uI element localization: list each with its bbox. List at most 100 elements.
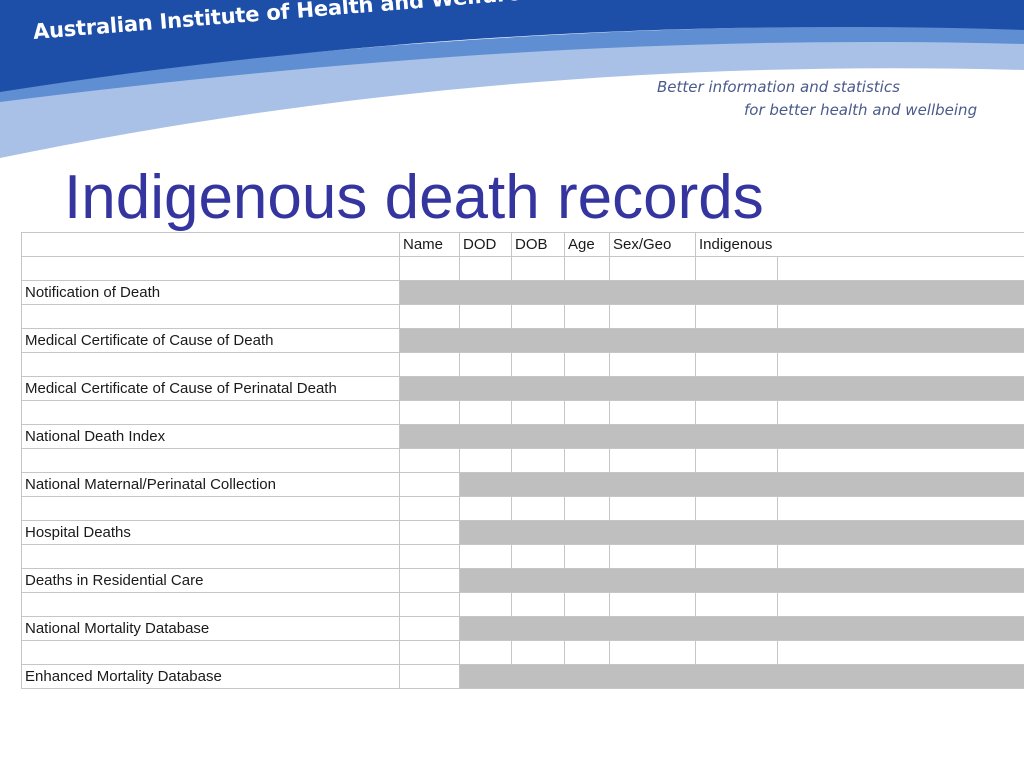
spacer-cell	[695, 544, 778, 569]
coverage-filled-cell	[399, 328, 460, 353]
spacer-cell	[777, 400, 1024, 425]
coverage-empty-cell	[399, 664, 460, 689]
spacer-cell	[399, 448, 460, 473]
spacer-cell	[564, 640, 610, 665]
coverage-filled-cell	[609, 328, 696, 353]
coverage-filled-cell	[609, 376, 696, 401]
spacer-cell	[609, 640, 696, 665]
spacer-cell	[777, 640, 1024, 665]
spacer-cell	[511, 304, 565, 329]
spacer-cell	[511, 352, 565, 377]
coverage-filled-cell	[695, 280, 778, 305]
coverage-filled-cell	[695, 568, 778, 593]
coverage-filled-cell	[399, 424, 460, 449]
tagline-line-2: for better health and wellbeing	[744, 101, 978, 119]
spacer-cell	[21, 544, 400, 569]
coverage-filled-cell	[695, 520, 778, 545]
coverage-filled-cell	[777, 472, 1024, 497]
spacer-cell	[609, 352, 696, 377]
column-header-age: Age	[564, 232, 610, 257]
coverage-filled-cell	[609, 616, 696, 641]
coverage-filled-cell	[777, 664, 1024, 689]
spacer-cell	[777, 256, 1024, 281]
spacer-cell	[459, 544, 512, 569]
coverage-filled-cell	[777, 328, 1024, 353]
record-name: National Maternal/Perinatal Collection	[21, 472, 400, 497]
coverage-filled-cell	[511, 280, 565, 305]
table-row: Medical Certificate of Cause of DeathReg…	[21, 328, 1024, 353]
record-name: National Death Index	[21, 424, 400, 449]
coverage-filled-cell	[777, 616, 1024, 641]
spacer-cell	[21, 496, 400, 521]
table-row: Medical Certificate of Cause of Perinata…	[21, 376, 1024, 401]
column-header-name: Name	[399, 232, 460, 257]
spacer-cell	[609, 400, 696, 425]
spacer-cell	[399, 592, 460, 617]
spacer-cell	[695, 592, 778, 617]
header-empty-cell	[21, 232, 400, 257]
coverage-filled-cell	[609, 424, 696, 449]
spacer-cell	[21, 400, 400, 425]
coverage-filled-cell	[564, 280, 610, 305]
coverage-filled-cell	[459, 520, 512, 545]
record-name: Notification of Death	[21, 280, 400, 305]
coverage-filled-cell	[564, 424, 610, 449]
coverage-filled-cell	[511, 328, 565, 353]
spacer-cell	[459, 592, 512, 617]
spacer-cell	[564, 448, 610, 473]
spacer-row	[21, 640, 1024, 665]
coverage-filled-cell	[399, 280, 460, 305]
table-row: Notification of DeathRegistrars	[21, 280, 1024, 305]
spacer-cell	[21, 592, 400, 617]
coverage-filled-cell	[609, 664, 696, 689]
spacer-cell	[511, 448, 565, 473]
spacer-cell	[511, 256, 565, 281]
spacer-cell	[459, 400, 512, 425]
death-records-table: Name DOD DOB Age Sex/Geo Indigenous Notificati…	[21, 232, 1024, 689]
spacer-cell	[777, 448, 1024, 473]
coverage-filled-cell	[511, 616, 565, 641]
coverage-filled-cell	[564, 664, 610, 689]
coverage-filled-cell	[695, 424, 778, 449]
spacer-row	[21, 400, 1024, 425]
coverage-empty-cell	[399, 472, 460, 497]
table-row: Deaths in Residential CareAIHW/DoHA	[21, 568, 1024, 593]
spacer-cell	[695, 640, 778, 665]
spacer-cell	[459, 304, 512, 329]
spacer-row	[21, 496, 1024, 521]
spacer-cell	[609, 496, 696, 521]
spacer-cell	[609, 304, 696, 329]
spacer-cell	[459, 496, 512, 521]
spacer-cell	[459, 352, 512, 377]
table-row: National Maternal/Perinatal CollectionAI…	[21, 472, 1024, 497]
spacer-cell	[459, 256, 512, 281]
coverage-filled-cell	[777, 280, 1024, 305]
spacer-row	[21, 448, 1024, 473]
spacer-cell	[511, 592, 565, 617]
coverage-filled-cell	[564, 616, 610, 641]
spacer-cell	[564, 544, 610, 569]
column-header-indigenous: Indigenous	[695, 232, 1024, 257]
spacer-cell	[564, 304, 610, 329]
spacer-cell	[399, 304, 460, 329]
record-name: Hospital Deaths	[21, 520, 400, 545]
spacer-cell	[564, 256, 610, 281]
coverage-filled-cell	[695, 472, 778, 497]
spacer-cell	[511, 640, 565, 665]
coverage-filled-cell	[564, 520, 610, 545]
spacer-cell	[695, 400, 778, 425]
coverage-filled-cell	[459, 280, 512, 305]
spacer-cell	[564, 496, 610, 521]
spacer-cell	[564, 400, 610, 425]
coverage-filled-cell	[609, 472, 696, 497]
spacer-cell	[695, 304, 778, 329]
spacer-cell	[21, 640, 400, 665]
coverage-filled-cell	[777, 520, 1024, 545]
record-name: Deaths in Residential Care	[21, 568, 400, 593]
coverage-filled-cell	[511, 568, 565, 593]
coverage-filled-cell	[399, 376, 460, 401]
slide-title: Indigenous death records	[64, 163, 764, 232]
coverage-filled-cell	[695, 376, 778, 401]
coverage-filled-cell	[564, 376, 610, 401]
coverage-filled-cell	[459, 424, 512, 449]
